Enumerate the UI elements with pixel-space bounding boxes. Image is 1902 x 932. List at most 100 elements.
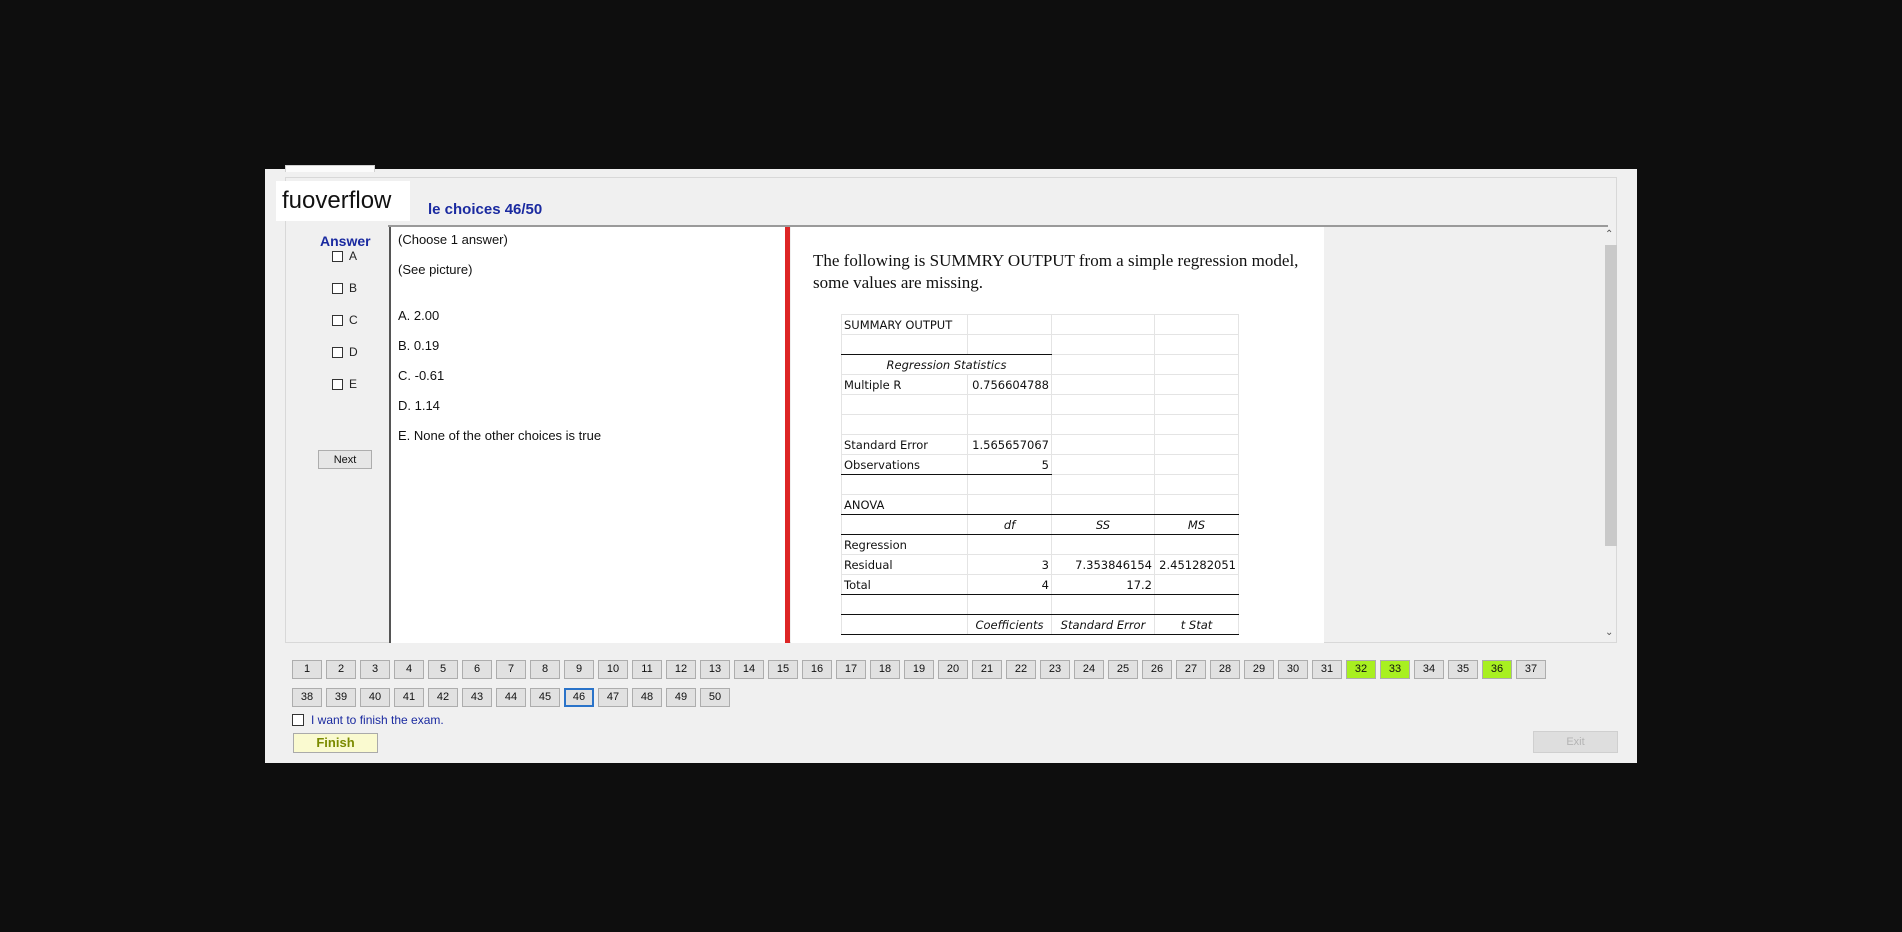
question-nav-button-21[interactable]: 21 — [972, 660, 1002, 679]
question-nav-button-40[interactable]: 40 — [360, 688, 390, 707]
question-nav-button-34[interactable]: 34 — [1414, 660, 1444, 679]
option-b[interactable]: B — [332, 280, 357, 296]
option-e[interactable]: E — [332, 376, 357, 392]
table-cell — [841, 334, 968, 355]
finish-button[interactable]: Finish — [293, 733, 378, 753]
option-e-label: E — [349, 377, 358, 391]
question-nav-button-3[interactable]: 3 — [360, 660, 390, 679]
table-cell — [841, 414, 968, 435]
question-nav-button-37[interactable]: 37 — [1516, 660, 1546, 679]
option-b-checkbox[interactable] — [332, 282, 343, 294]
question-nav-button-33[interactable]: 33 — [1380, 660, 1410, 679]
vertical-scrollbar[interactable]: ⌃ ⌄ — [1603, 229, 1617, 643]
question-nav-button-15[interactable]: 15 — [768, 660, 798, 679]
table-row: Total 4 17.2 — [841, 574, 1239, 595]
tab-header[interactable] — [285, 165, 375, 172]
question-nav-button-5[interactable]: 5 — [428, 660, 458, 679]
question-nav-button-47[interactable]: 47 — [598, 688, 628, 707]
table-cell — [841, 614, 968, 635]
question-nav-button-32[interactable]: 32 — [1346, 660, 1376, 679]
question-nav-button-25[interactable]: 25 — [1108, 660, 1138, 679]
question-nav-button-49[interactable]: 49 — [666, 688, 696, 707]
table-cell: Coefficients — [967, 614, 1052, 635]
question-nav-button-24[interactable]: 24 — [1074, 660, 1104, 679]
question-nav-button-45[interactable]: 45 — [530, 688, 560, 707]
question-nav-button-9[interactable]: 9 — [564, 660, 594, 679]
question-nav-button-36[interactable]: 36 — [1482, 660, 1512, 679]
question-nav-button-44[interactable]: 44 — [496, 688, 526, 707]
chevron-up-icon[interactable]: ⌃ — [1605, 229, 1613, 240]
table-row — [841, 474, 1239, 495]
table-cell: Standard Error — [841, 434, 968, 455]
option-d-checkbox[interactable] — [332, 346, 343, 358]
question-nav-button-26[interactable]: 26 — [1142, 660, 1172, 679]
table-cell — [1154, 494, 1239, 515]
scrollbar-thumb[interactable] — [1605, 245, 1617, 546]
option-a-checkbox[interactable] — [332, 250, 343, 262]
option-a[interactable]: A — [332, 248, 357, 264]
question-picture: The following is SUMMRY OUTPUT from a si… — [791, 227, 1324, 643]
table-cell: df — [967, 514, 1052, 535]
option-c[interactable]: C — [332, 312, 358, 328]
question-nav-button-4[interactable]: 4 — [394, 660, 424, 679]
question-nav-button-29[interactable]: 29 — [1244, 660, 1274, 679]
question-nav-button-31[interactable]: 31 — [1312, 660, 1342, 679]
table-cell — [1051, 334, 1155, 355]
question-nav-button-6[interactable]: 6 — [462, 660, 492, 679]
table-cell — [967, 594, 1052, 615]
finish-exam-checkbox-box[interactable] — [292, 714, 304, 726]
table-cell — [1154, 534, 1239, 555]
question-nav-button-48[interactable]: 48 — [632, 688, 662, 707]
question-panel: le choices 46/50 Answer A B C D E Next (… — [285, 177, 1617, 643]
question-nav-button-50[interactable]: 50 — [700, 688, 730, 707]
question-nav-button-41[interactable]: 41 — [394, 688, 424, 707]
question-nav-button-2[interactable]: 2 — [326, 660, 356, 679]
question-nav-button-8[interactable]: 8 — [530, 660, 560, 679]
question-nav-button-19[interactable]: 19 — [904, 660, 934, 679]
question-instruction: (Choose 1 answer) — [398, 232, 508, 247]
table-cell — [1154, 354, 1239, 375]
question-nav-button-23[interactable]: 23 — [1040, 660, 1070, 679]
question-text-box[interactable]: (Choose 1 answer) (See picture) A. 2.00 … — [389, 227, 787, 643]
question-nav-button-13[interactable]: 13 — [700, 660, 730, 679]
table-row: Standard Error 1.565657067 — [841, 434, 1239, 455]
question-nav-button-39[interactable]: 39 — [326, 688, 356, 707]
question-nav-button-42[interactable]: 42 — [428, 688, 458, 707]
option-d[interactable]: D — [332, 344, 358, 360]
question-nav-button-22[interactable]: 22 — [1006, 660, 1036, 679]
table-cell: Observations — [841, 454, 968, 475]
question-nav-button-35[interactable]: 35 — [1448, 660, 1478, 679]
table-cell — [1154, 414, 1239, 435]
finish-exam-checkbox[interactable]: I want to finish the exam. — [292, 713, 444, 727]
table-cell — [841, 474, 968, 495]
question-nav-button-17[interactable]: 17 — [836, 660, 866, 679]
question-nav-button-12[interactable]: 12 — [666, 660, 696, 679]
chevron-down-icon[interactable]: ⌄ — [1605, 627, 1613, 638]
option-e-checkbox[interactable] — [332, 378, 343, 390]
question-nav-button-38[interactable]: 38 — [292, 688, 322, 707]
question-nav-button-16[interactable]: 16 — [802, 660, 832, 679]
regression-summary-table: SUMMARY OUTPUT Regression Statistics Mul… — [841, 314, 1239, 635]
table-cell: 17.2 — [1051, 574, 1155, 595]
option-c-checkbox[interactable] — [332, 314, 343, 326]
question-nav-button-20[interactable]: 20 — [938, 660, 968, 679]
option-a-label: A — [349, 249, 358, 263]
question-nav-button-1[interactable]: 1 — [292, 660, 322, 679]
table-cell: 4 — [967, 574, 1052, 595]
question-nav-button-14[interactable]: 14 — [734, 660, 764, 679]
question-nav-button-7[interactable]: 7 — [496, 660, 526, 679]
exit-button[interactable]: Exit — [1533, 731, 1618, 753]
question-nav-button-43[interactable]: 43 — [462, 688, 492, 707]
choice-b-text: B. 0.19 — [398, 338, 440, 353]
pane-splitter[interactable] — [785, 227, 790, 643]
question-nav-button-10[interactable]: 10 — [598, 660, 628, 679]
question-nav-button-28[interactable]: 28 — [1210, 660, 1240, 679]
table-cell — [967, 534, 1052, 555]
next-button[interactable]: Next — [318, 450, 372, 469]
question-nav-button-46[interactable]: 46 — [564, 688, 594, 707]
question-nav-button-30[interactable]: 30 — [1278, 660, 1308, 679]
question-nav-button-27[interactable]: 27 — [1176, 660, 1206, 679]
question-nav-button-11[interactable]: 11 — [632, 660, 662, 679]
table-cell — [1154, 434, 1239, 455]
question-nav-button-18[interactable]: 18 — [870, 660, 900, 679]
